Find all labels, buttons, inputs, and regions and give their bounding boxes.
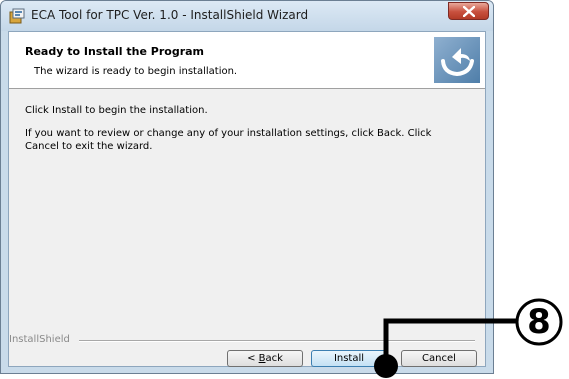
step-number-badge: 8 (527, 302, 551, 342)
step-callout-leader (374, 298, 563, 378)
